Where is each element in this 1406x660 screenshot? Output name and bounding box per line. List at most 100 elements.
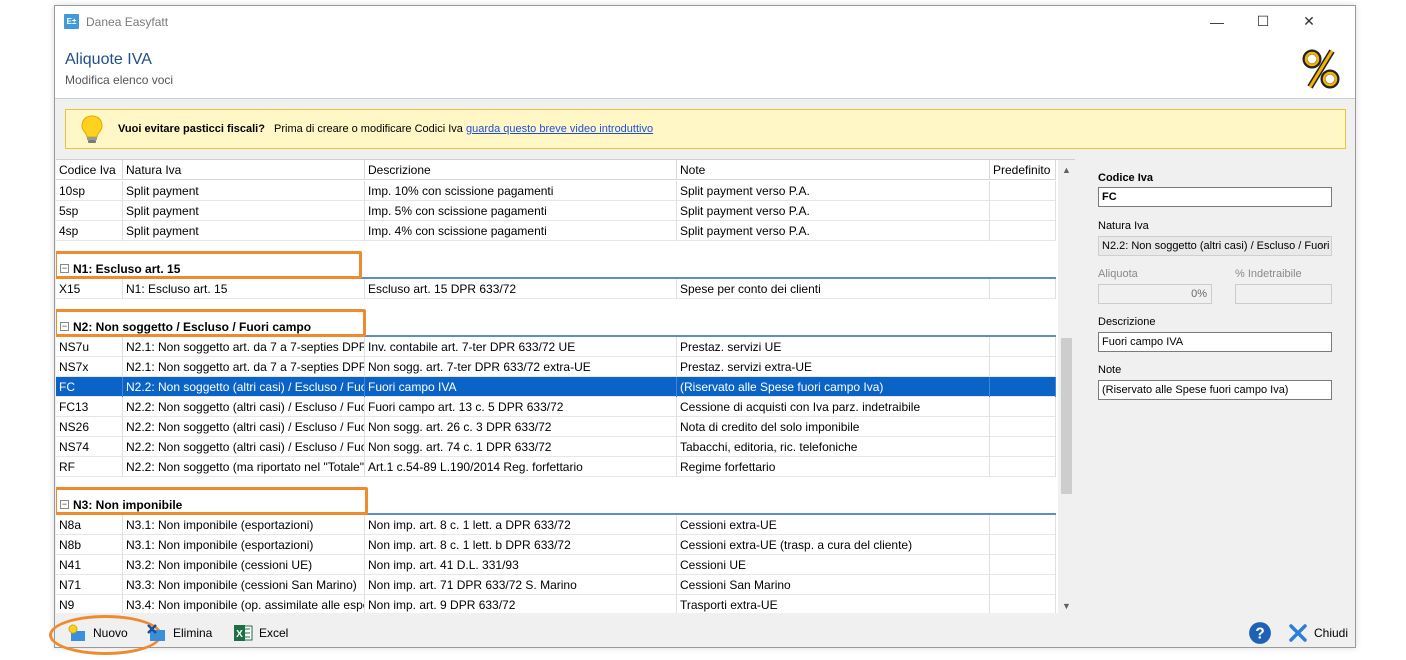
app-title: Danea Easyfatt	[86, 15, 169, 29]
note-label: Note	[1098, 364, 1122, 376]
descrizione-field[interactable]: Fuori campo IVA	[1098, 332, 1332, 352]
scroll-down-icon[interactable]: ▼	[1058, 598, 1075, 613]
cell-natura: N2.2: Non soggetto (altri casi) / Esclus…	[123, 437, 365, 457]
scroll-thumb[interactable]	[1061, 338, 1072, 494]
codice-field[interactable]: FC	[1098, 187, 1332, 207]
cell-note: Cessioni San Marino	[677, 575, 990, 595]
excel-button[interactable]: X Excel	[233, 622, 288, 644]
table-row[interactable]: 10sp Split payment Imp. 10% con scissione …	[56, 181, 1056, 201]
cell-codice: FC	[56, 377, 123, 397]
table-row[interactable]: NS74 N2.2: Non soggetto (altri casi) / Es…	[56, 437, 1056, 457]
cell-codice: NS26	[56, 417, 123, 437]
cell-codice: NS74	[56, 437, 123, 457]
chevron-down-icon: ⌵	[1319, 240, 1327, 251]
column-header-codice[interactable]: Codice Iva	[56, 160, 123, 180]
close-window-button[interactable]: ✕	[1286, 6, 1332, 37]
column-header-predefinito[interactable]: Predefinito	[990, 160, 1056, 180]
table-row[interactable]: NS26 N2.2: Non soggetto (altri casi) / Es…	[56, 417, 1056, 437]
table-row[interactable]: N71 N3.3: Non imponibile (cessioni San Ma…	[56, 575, 1056, 595]
cell-codice: 5sp	[56, 201, 123, 221]
help-button[interactable]: ?	[1248, 622, 1278, 644]
chiudi-label: Chiudi	[1314, 626, 1349, 640]
footer-toolbar: Nuovo Elimina X Excel ? Chiudi	[49, 614, 1355, 655]
cell-natura: Split payment	[123, 181, 365, 201]
table-row[interactable]: 5sp Split payment Imp. 5% con scissione pa…	[56, 201, 1056, 221]
nuovo-button[interactable]: Nuovo	[49, 615, 162, 655]
cell-note: Spese per conto dei clienti	[677, 279, 990, 299]
table-row[interactable]: FC13 N2.2: Non soggetto (altri casi) / Es…	[56, 397, 1056, 417]
table-row[interactable]: 4sp Split payment Imp. 4% con scissione pa…	[56, 221, 1056, 241]
help-icon: ?	[1249, 622, 1271, 644]
natura-label: Natura Iva	[1098, 220, 1149, 232]
cell-codice: 4sp	[56, 221, 123, 241]
app-icon: E±	[64, 14, 79, 29]
cell-descrizione: Non sogg. art. 26 c. 3 DPR 633/72	[365, 417, 677, 437]
indetraibile-label: % Indetraibile	[1235, 268, 1302, 280]
cell-natura: Split payment	[123, 221, 365, 241]
close-icon	[1289, 624, 1307, 642]
cell-natura: N2.1: Non soggetto art. da 7 a 7-septies…	[123, 337, 365, 357]
cell-note: Trasporti extra-UE	[677, 595, 990, 613]
chiudi-button[interactable]: Chiudi	[1288, 622, 1348, 644]
banner-plain-text: Prima di creare o modificare Codici Iva	[274, 123, 463, 135]
table-row[interactable]: FC N2.2: Non soggetto (altri casi) / Escl…	[56, 377, 1056, 397]
table-row[interactable]: NS7u N2.1: Non soggetto art. da 7 a 7-sep…	[56, 337, 1056, 357]
cell-descrizione: Fuori campo art. 13 c. 5 DPR 633/72	[365, 397, 677, 417]
cell-predefinito	[990, 555, 1056, 575]
grid-scrollbar[interactable]: ▲ ▼	[1058, 160, 1075, 613]
note-field[interactable]: (Riservato alle Spese fuori campo Iva)	[1098, 380, 1332, 400]
scroll-up-icon[interactable]: ▲	[1058, 162, 1075, 179]
column-header-descrizione[interactable]: Descrizione	[365, 160, 677, 180]
cell-note: Cessioni extra-UE (trasp. a cura del cli…	[677, 535, 990, 555]
cell-note: Tabacchi, editoria, ric. telefoniche	[677, 437, 990, 457]
table-row[interactable]: N41 N3.2: Non imponibile (cessioni UE) Non…	[56, 555, 1056, 575]
cell-descrizione: Non sogg. art. 7-ter DPR 633/72 extra-UE	[365, 357, 677, 377]
cell-descrizione: Imp. 5% con scissione pagamenti	[365, 201, 677, 221]
cell-note: Split payment verso P.A.	[677, 221, 990, 241]
cell-note: Split payment verso P.A.	[677, 181, 990, 201]
elimina-label: Elimina	[173, 626, 213, 640]
excel-icon: X	[234, 625, 253, 641]
table-row[interactable]: N9 N3.4: Non imponibile (op. assimilate a…	[56, 595, 1056, 613]
cell-note: (Riservato alle Spese fuori campo Iva)	[677, 377, 990, 397]
cell-descrizione: Inv. contabile art. 7-ter DPR 633/72 UE	[365, 337, 677, 357]
percent-icon	[1302, 49, 1340, 89]
natura-select-value: N2.2: Non soggetto (altri casi) / Esclus…	[1102, 240, 1331, 252]
table-row[interactable]: NS7x N2.1: Non soggetto art. da 7 a 7-sep…	[56, 357, 1056, 377]
video-link[interactable]: guarda questo breve video introduttivo	[466, 123, 653, 135]
cell-predefinito	[990, 181, 1056, 201]
cell-predefinito	[990, 417, 1056, 437]
lightbulb-icon	[81, 115, 103, 143]
column-header-note[interactable]: Note	[677, 160, 990, 180]
table-row[interactable]: RF N2.2: Non soggetto (ma riportato nel "…	[56, 457, 1056, 477]
svg-text:?: ?	[1255, 625, 1264, 642]
cell-note: Split payment verso P.A.	[677, 201, 990, 221]
cell-note: Cessione di acquisti con Iva parz. indet…	[677, 397, 990, 417]
natura-select[interactable]: N2.2: Non soggetto (altri casi) / Esclus…	[1098, 236, 1332, 256]
cell-descrizione: Art.1 c.54-89 L.190/2014 Reg. forfettari…	[365, 457, 677, 477]
cell-natura: N1: Escluso art. 15	[123, 279, 365, 299]
table-row[interactable]: X15 N1: Escluso art. 15 Escluso art. 15 DP…	[56, 279, 1056, 299]
cell-natura: N3.2: Non imponibile (cessioni UE)	[123, 555, 365, 575]
excel-label: Excel	[259, 626, 289, 640]
cell-codice: N9	[56, 595, 123, 613]
cell-predefinito	[990, 575, 1056, 595]
cell-codice: N71	[56, 575, 123, 595]
cell-descrizione: Non imp. art. 41 D.L. 331/93	[365, 555, 677, 575]
aliquota-label: Aliquota	[1098, 268, 1138, 280]
cell-descrizione: Escluso art. 15 DPR 633/72	[365, 279, 677, 299]
cell-natura: Split payment	[123, 201, 365, 221]
group-highlight	[56, 251, 362, 279]
maximize-button[interactable]: ☐	[1240, 6, 1286, 37]
cell-predefinito	[990, 201, 1056, 221]
cell-predefinito	[990, 457, 1056, 477]
elimina-button[interactable]: Elimina	[147, 622, 212, 644]
table-row[interactable]: N8b N3.1: Non imponibile (esportazioni) No…	[56, 535, 1056, 555]
aliquota-field[interactable]: 0%	[1098, 284, 1212, 304]
minimize-button[interactable]: —	[1194, 6, 1240, 37]
indetraibile-field[interactable]	[1235, 284, 1332, 304]
page-header: Aliquote IVA Modifica elenco voci	[55, 37, 1355, 99]
cell-natura: N2.2: Non soggetto (altri casi) / Esclus…	[123, 397, 365, 417]
column-header-natura[interactable]: Natura Iva	[123, 160, 365, 180]
table-row[interactable]: N8a N3.1: Non imponibile (esportazioni) No…	[56, 515, 1056, 535]
